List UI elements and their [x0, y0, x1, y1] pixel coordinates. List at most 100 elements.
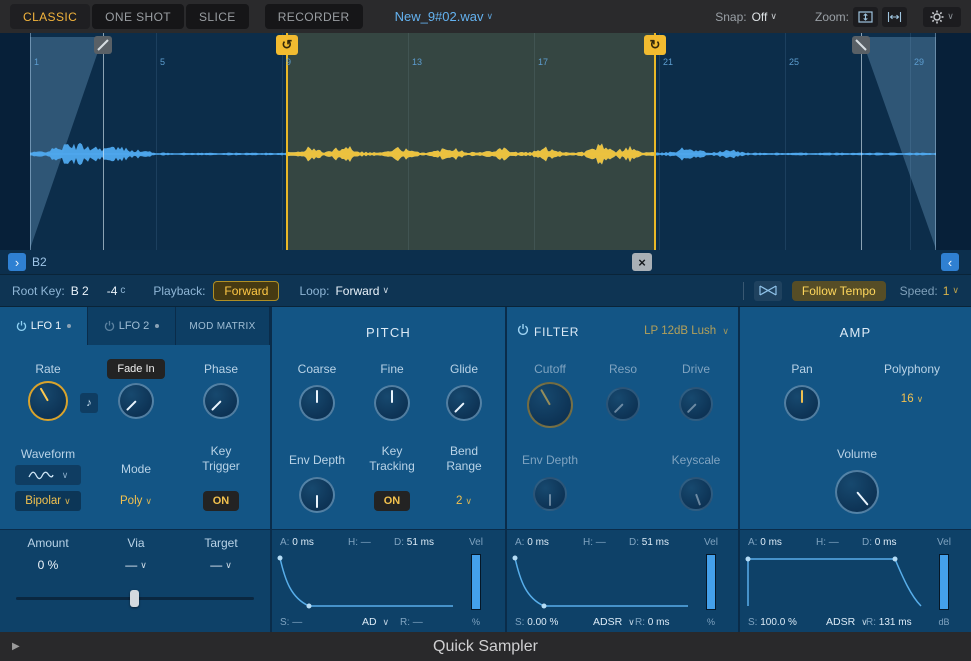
tab-slice[interactable]: SLICE [186, 4, 249, 29]
zoom-fit-horizontal-icon [887, 11, 902, 23]
pitch-bend-range-select[interactable]: 2 ∨ [434, 491, 494, 511]
lfo-target-select[interactable]: — ∨ [191, 558, 251, 572]
note-icon: ♪ [86, 397, 92, 409]
loop-end-line[interactable] [654, 33, 656, 250]
pitch-glide-knob[interactable] [446, 385, 482, 421]
sample-start-line[interactable] [30, 33, 31, 250]
snap-select[interactable]: Off ∨ [752, 10, 777, 24]
env-mode-value: ADSR [826, 616, 855, 628]
action-menu-button[interactable]: ∨ [923, 7, 961, 27]
filter-power-button[interactable] [517, 323, 529, 336]
lfo-phase-knob[interactable] [203, 383, 239, 419]
amp-env-sustain[interactable]: S: 100.0 % [748, 617, 797, 628]
pitch-env-release[interactable]: R: — [400, 617, 423, 628]
pitch-env-attack[interactable]: A: 0 ms [280, 537, 314, 548]
filter-envelope-section: A: 0 ms H: — D: 51 ms Vel S: 0.00 % [507, 529, 738, 632]
waveform-display[interactable]: 1 5 9 13 17 21 25 29 ↺ ↻ [0, 33, 971, 250]
filter-cutoff-knob[interactable] [527, 382, 573, 428]
loop-start-marker[interactable]: ↺ [276, 35, 298, 55]
fade-in-handle[interactable] [94, 36, 112, 54]
sample-name-menu[interactable]: New_9#02.wav ∨ [395, 9, 493, 24]
pitch-env-hold[interactable]: H: — [348, 537, 371, 548]
lfo-amount-slider-handle[interactable] [130, 590, 139, 607]
fade-out-handle[interactable] [852, 36, 870, 54]
tab-one-shot[interactable]: ONE SHOT [92, 4, 184, 29]
tab-recorder[interactable]: RECORDER [265, 4, 363, 29]
filter-env-hold[interactable]: H: — [583, 537, 606, 548]
pitch-vel-slider[interactable] [471, 554, 481, 610]
amp-env-attack[interactable]: A: 0 ms [748, 537, 782, 548]
amp-pan-knob[interactable] [784, 385, 820, 421]
tab-lfo2[interactable]: LFO 2 [88, 307, 176, 345]
lfo-panel: LFO 1 LFO 2 MOD MATRIX Rate ♪ Fade In Ph… [0, 307, 270, 632]
amp-vel-slider[interactable] [939, 554, 949, 610]
zoom-fit-horizontal-button[interactable] [882, 7, 907, 27]
lfo-rate-knob[interactable] [28, 381, 68, 421]
filter-env-decay[interactable]: D: 51 ms [629, 537, 669, 548]
amp-env-mode-select[interactable]: ADSR ∨ [826, 616, 868, 628]
ruler-mark: 21 [663, 57, 673, 67]
amp-env-release[interactable]: R: 131 ms [866, 617, 912, 628]
crossfade-button[interactable] [754, 281, 782, 301]
filter-vel-slider[interactable] [706, 554, 716, 610]
pitch-env-decay[interactable]: D: 51 ms [394, 537, 434, 548]
filter-env-attack[interactable]: A: 0 ms [515, 537, 549, 548]
follow-tempo-button[interactable]: Follow Tempo [792, 281, 886, 301]
lfo-amount-value[interactable]: 0 % [18, 558, 78, 572]
amp-env-hold[interactable]: H: — [816, 537, 839, 548]
pitch-coarse-knob[interactable] [299, 385, 335, 421]
filter-envelope-graph[interactable] [512, 554, 692, 612]
sample-end-line[interactable] [935, 33, 936, 250]
pitch-fine-knob[interactable] [374, 385, 410, 421]
lfo-key-trigger-button[interactable]: ON [203, 491, 239, 511]
amp-env-decay[interactable]: D: 0 ms [862, 537, 896, 548]
lfo-mode-select[interactable]: Poly ∨ [106, 491, 166, 511]
pitch-envelope-graph[interactable] [277, 554, 457, 612]
prev-marker-button[interactable]: › [8, 253, 26, 271]
zoom-fit-vertical-button[interactable] [853, 7, 878, 27]
tune-value[interactable]: -4 [107, 284, 118, 298]
amp-polyphony-select[interactable]: 16 ∨ [870, 389, 954, 409]
filter-keyscale-knob[interactable] [679, 477, 713, 511]
power-icon [16, 320, 27, 332]
close-icon: × [638, 256, 646, 269]
next-marker-button[interactable]: ‹ [941, 253, 959, 271]
amp-volume-knob[interactable] [835, 470, 879, 514]
filter-type-select[interactable]: LP 12dB Lush ∨ [597, 325, 729, 337]
pitch-env-mode-select[interactable]: AD ∨ [362, 616, 389, 628]
disclosure-triangle-icon[interactable]: ▶ [12, 641, 20, 652]
amp-envelope-graph[interactable] [745, 554, 925, 612]
filter-drive-knob[interactable] [679, 387, 713, 421]
release-label: R: [635, 617, 645, 628]
pitch-env-depth-knob[interactable] [299, 477, 335, 513]
pitch-env-sustain[interactable]: S: — [280, 617, 302, 628]
fade-in-line[interactable] [103, 33, 104, 250]
filter-env-depth-knob[interactable] [533, 477, 567, 511]
lfo-polarity-select[interactable]: Bipolar ∨ [15, 491, 81, 511]
tab-lfo1[interactable]: LFO 1 [0, 307, 88, 345]
pitch-key-tracking-button[interactable]: ON [374, 491, 410, 511]
lfo-rate-sync-button[interactable]: ♪ [80, 393, 98, 413]
pitch-vel-fill [472, 555, 480, 609]
tab-classic[interactable]: CLASSIC [10, 4, 90, 29]
lfo-waveform-select[interactable]: ∨ [15, 465, 81, 485]
filter-env-mode-select[interactable]: ADSR ∨ [593, 616, 635, 628]
fade-out-line[interactable] [861, 33, 862, 250]
lfo-via-select[interactable]: — ∨ [106, 558, 166, 572]
plugin-title: Quick Sampler [433, 638, 538, 656]
lfo-fade-knob[interactable] [118, 383, 154, 419]
root-key-value[interactable]: B 2 [71, 284, 89, 298]
pitch-fine-label: Fine [362, 362, 422, 376]
filter-panel: FILTER LP 12dB Lush ∨ Cutoff Reso Drive … [505, 307, 738, 632]
tab-mod-matrix[interactable]: MOD MATRIX [176, 307, 270, 345]
filter-env-release[interactable]: R: 0 ms [635, 617, 669, 628]
filter-reso-knob[interactable] [606, 387, 640, 421]
loop-mode-select[interactable]: Forward ∨ [335, 284, 389, 298]
playback-direction-button[interactable]: Forward [213, 281, 279, 301]
lfo-fade-mode-button[interactable]: Fade In [107, 359, 165, 379]
filter-env-sustain[interactable]: S: 0.00 % [515, 617, 558, 628]
tab-lfo2-label: LFO 2 [119, 320, 150, 332]
speed-select[interactable]: 1 ∨ [943, 284, 959, 298]
clear-loop-button[interactable]: × [632, 253, 652, 271]
loop-end-marker[interactable]: ↻ [644, 35, 666, 55]
